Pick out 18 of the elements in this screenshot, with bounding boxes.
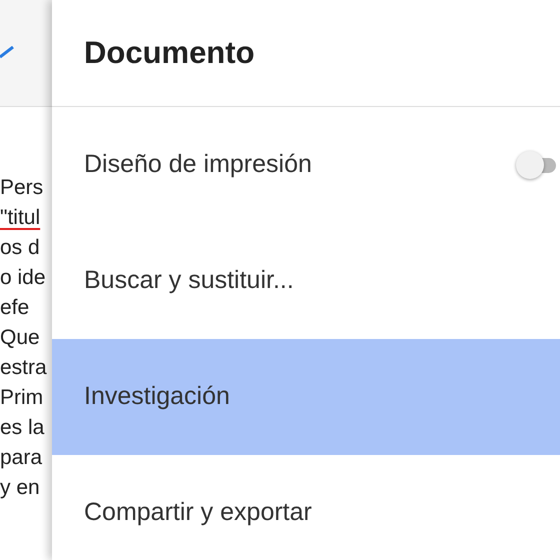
document-text-line: para xyxy=(0,445,42,471)
document-text-line: Prim xyxy=(0,385,44,411)
checkmark-icon[interactable] xyxy=(0,46,14,60)
menu-title: Documento xyxy=(84,34,254,72)
document-text-line: Que xyxy=(0,325,40,351)
document-text-line: os d xyxy=(0,235,40,261)
document-text-line: estra xyxy=(0,355,47,381)
toggle-switch[interactable] xyxy=(516,150,556,180)
document-text-line: Pers xyxy=(0,175,44,201)
menu-item[interactable]: Buscar y sustituir... xyxy=(52,223,560,339)
menu-item[interactable]: Compartir y exportar xyxy=(52,455,560,560)
document-text-line: o ide xyxy=(0,265,46,291)
menu-item[interactable]: Investigación xyxy=(52,339,560,455)
menu-item[interactable]: Diseño de impresión xyxy=(52,107,560,223)
document-text-line: y en xyxy=(0,475,40,501)
document-text-line: es la xyxy=(0,415,44,441)
document-text-line: "titul xyxy=(0,205,40,231)
document-text-line: efe xyxy=(0,295,30,321)
